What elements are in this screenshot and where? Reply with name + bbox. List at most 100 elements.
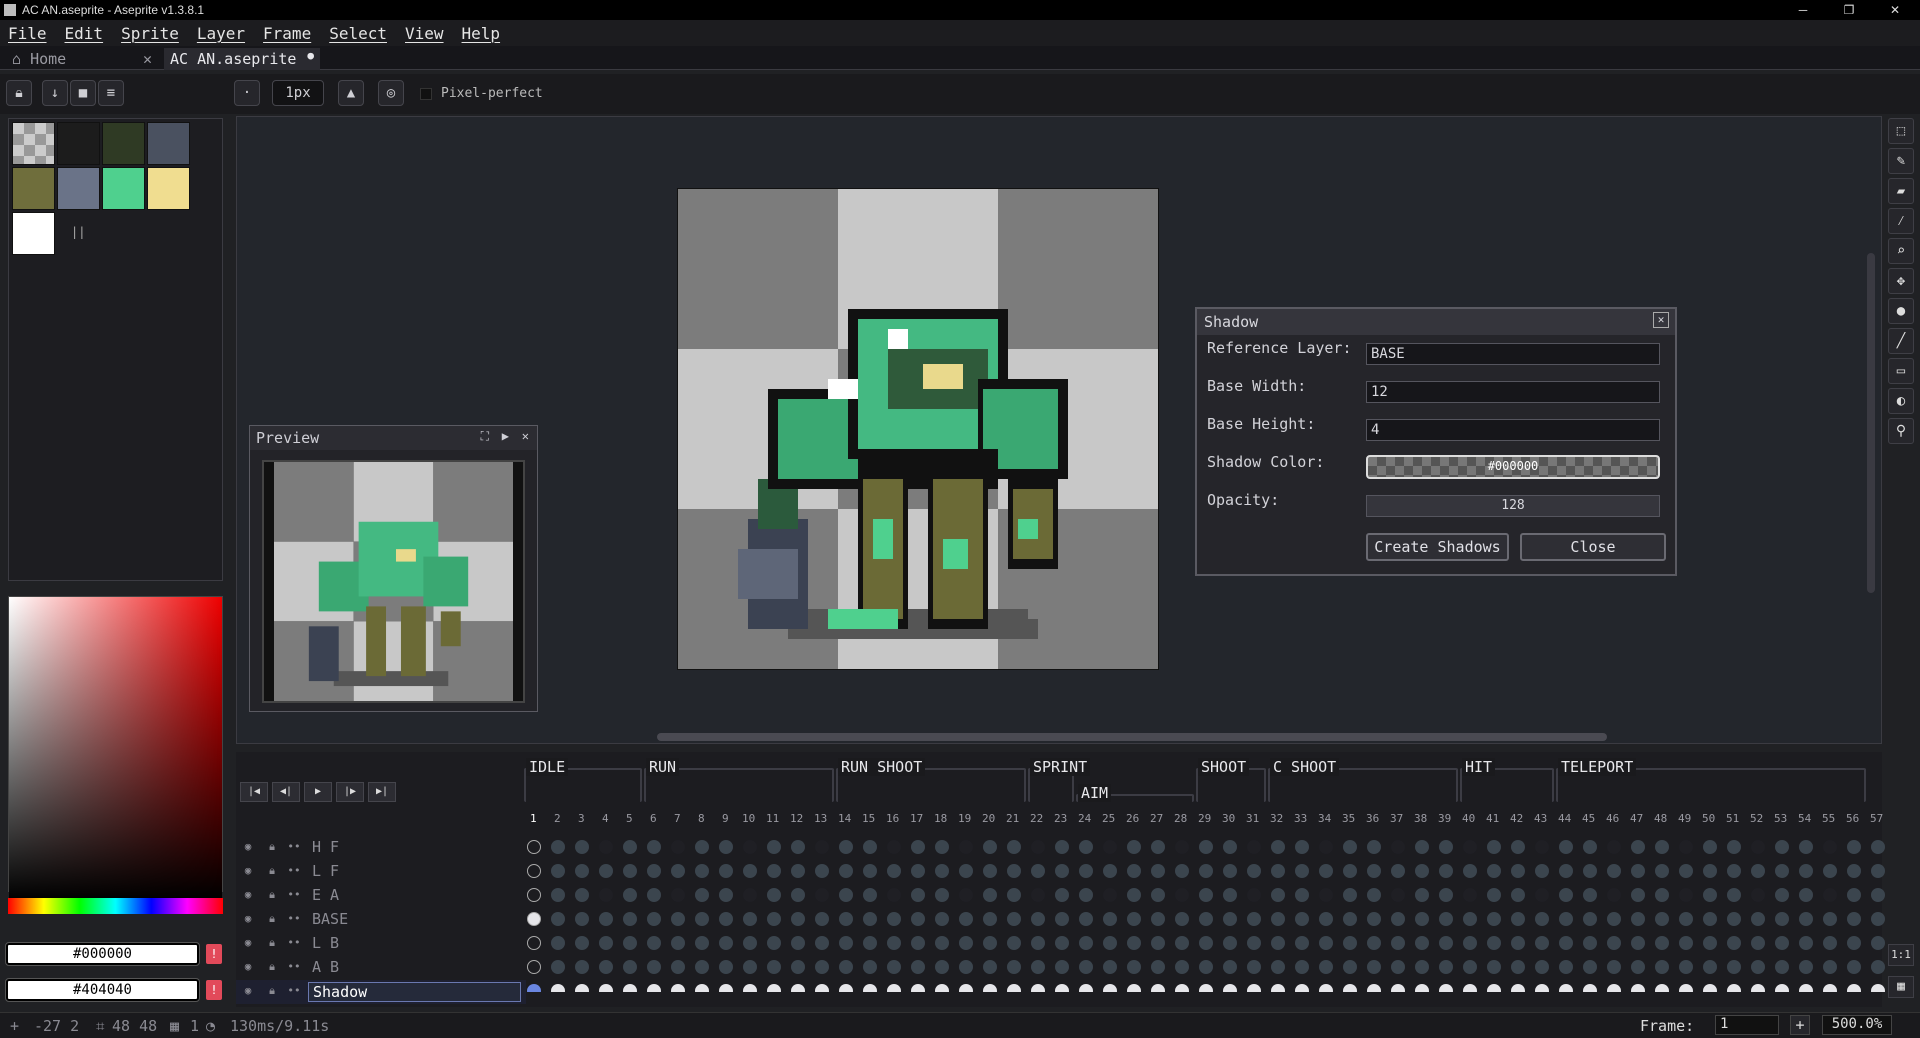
eye-icon[interactable]: ◉: [240, 984, 256, 998]
cel[interactable]: [1583, 888, 1597, 902]
cel[interactable]: [1271, 912, 1285, 926]
cel[interactable]: [1415, 936, 1429, 950]
cel[interactable]: [911, 912, 925, 926]
cel[interactable]: [1823, 840, 1837, 854]
cel[interactable]: [767, 936, 781, 950]
opacity-slider[interactable]: 128: [1366, 495, 1660, 517]
cel[interactable]: [1631, 888, 1645, 902]
cel[interactable]: [1271, 840, 1285, 854]
cel[interactable]: [959, 912, 973, 926]
cel[interactable]: [1607, 864, 1621, 878]
cel[interactable]: [1607, 888, 1621, 902]
cel[interactable]: [935, 888, 949, 902]
frame-number[interactable]: 20: [982, 812, 995, 825]
frame-number[interactable]: 30: [1222, 812, 1235, 825]
link-icon[interactable]: ••: [286, 960, 302, 974]
cel[interactable]: [575, 984, 589, 992]
cel[interactable]: [1631, 840, 1645, 854]
tag-label[interactable]: RUN SHOOT: [838, 758, 926, 776]
frame-number[interactable]: 1: [530, 812, 537, 825]
cel-grid[interactable]: 1 2 3 4 5 6 7 8 9 10 11 12 13 14 15 16 17 18 19 20 21 22 23 24 2…: [526, 812, 1886, 992]
frame-number[interactable]: 54: [1798, 812, 1811, 825]
cel[interactable]: [695, 864, 709, 878]
cel[interactable]: [767, 888, 781, 902]
menu-help[interactable]: Help: [462, 24, 501, 43]
link-icon[interactable]: ••: [286, 936, 302, 950]
cel[interactable]: [1367, 936, 1381, 950]
frame-number[interactable]: 5: [626, 812, 633, 825]
preview-header[interactable]: Preview ⛶ ▶ ✕: [250, 426, 537, 450]
cel[interactable]: [1415, 984, 1429, 992]
cel[interactable]: [1271, 984, 1285, 992]
color-picker[interactable]: [8, 596, 223, 899]
background-color-field[interactable]: #404040: [5, 978, 200, 1002]
cel[interactable]: [527, 840, 541, 854]
cel[interactable]: [719, 840, 733, 854]
zoom-field[interactable]: 500.0%: [1822, 1015, 1892, 1035]
cel[interactable]: [743, 984, 757, 992]
frame-number[interactable]: 55: [1822, 812, 1835, 825]
link-icon[interactable]: ••: [286, 864, 302, 878]
sprite-canvas[interactable]: [677, 188, 1159, 670]
palette-swatch[interactable]: [102, 167, 145, 210]
cel[interactable]: [767, 912, 781, 926]
cel[interactable]: [1127, 984, 1141, 992]
fill-tool-icon[interactable]: ●: [1888, 298, 1914, 324]
cel[interactable]: [1007, 888, 1021, 902]
cel[interactable]: [1319, 888, 1333, 902]
cel[interactable]: [791, 912, 805, 926]
cel[interactable]: [1007, 840, 1021, 854]
cel[interactable]: [815, 960, 829, 974]
frame-number[interactable]: 11: [766, 812, 779, 825]
cel[interactable]: [887, 888, 901, 902]
cel[interactable]: [1775, 936, 1789, 950]
cel[interactable]: [1679, 864, 1693, 878]
cel[interactable]: [1823, 984, 1837, 992]
cel[interactable]: [1103, 840, 1117, 854]
cel[interactable]: [1487, 912, 1501, 926]
cel[interactable]: [1847, 888, 1861, 902]
frame-number[interactable]: 22: [1030, 812, 1043, 825]
cel[interactable]: [863, 984, 877, 992]
cel[interactable]: [1463, 912, 1477, 926]
cel[interactable]: [575, 840, 589, 854]
cel[interactable]: [1055, 984, 1069, 992]
frame-number[interactable]: 12: [790, 812, 803, 825]
tag-label[interactable]: SPRINT: [1030, 758, 1091, 776]
cel[interactable]: [1391, 840, 1405, 854]
cel[interactable]: [743, 936, 757, 950]
cel[interactable]: [1391, 912, 1405, 926]
cel[interactable]: [527, 936, 541, 950]
one-to-one-icon[interactable]: 1:1: [1888, 944, 1914, 966]
lock-icon[interactable]: 🔒︎: [264, 840, 280, 854]
cel[interactable]: [791, 840, 805, 854]
cel[interactable]: [1103, 864, 1117, 878]
palette-swatch-transparent[interactable]: [12, 122, 55, 165]
cel[interactable]: [1031, 984, 1045, 992]
cel[interactable]: [1223, 864, 1237, 878]
cel[interactable]: [551, 888, 565, 902]
cel[interactable]: [1775, 912, 1789, 926]
link-icon[interactable]: ••: [286, 840, 302, 854]
eye-icon[interactable]: ◉: [240, 960, 256, 974]
cel[interactable]: [1823, 936, 1837, 950]
cel[interactable]: [815, 888, 829, 902]
cel[interactable]: [911, 960, 925, 974]
cel[interactable]: [1007, 912, 1021, 926]
cel[interactable]: [1223, 912, 1237, 926]
cel[interactable]: [1439, 960, 1453, 974]
preview-canvas[interactable]: [262, 460, 525, 703]
cel[interactable]: [1415, 888, 1429, 902]
cel[interactable]: [839, 888, 853, 902]
cel[interactable]: [647, 960, 661, 974]
cel[interactable]: [1799, 960, 1813, 974]
cel[interactable]: [1511, 960, 1525, 974]
cel[interactable]: [575, 936, 589, 950]
cel[interactable]: [1799, 888, 1813, 902]
layer-row[interactable]: ◉ 🔒︎ •• L F: [236, 860, 526, 884]
layer-row[interactable]: ◉ 🔒︎ •• E A: [236, 884, 526, 908]
cel[interactable]: [1559, 984, 1573, 992]
cel[interactable]: [767, 864, 781, 878]
cel[interactable]: [1655, 864, 1669, 878]
cel[interactable]: [887, 984, 901, 992]
